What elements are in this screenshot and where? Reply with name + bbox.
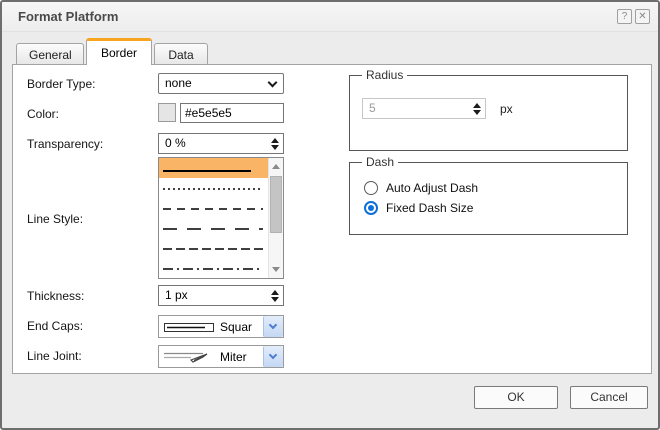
radius-value: 5 bbox=[369, 101, 376, 115]
radio-label: Auto Adjust Dash bbox=[386, 181, 479, 195]
line-style-option-dashed[interactable] bbox=[159, 198, 268, 218]
border-type-label: Border Type: bbox=[27, 77, 96, 91]
chevron-down-icon bbox=[267, 77, 278, 88]
line-style-option-solid[interactable] bbox=[159, 158, 268, 178]
spinner-arrows-icon[interactable] bbox=[472, 102, 481, 116]
border-type-select[interactable]: none bbox=[158, 73, 284, 94]
line-joint-label: Line Joint: bbox=[27, 349, 82, 363]
scrollbar-thumb[interactable] bbox=[270, 176, 282, 233]
radius-group: Radius 5 px bbox=[349, 68, 628, 151]
line-joint-value: Miter bbox=[220, 349, 247, 364]
tab-border[interactable]: Border bbox=[86, 38, 152, 65]
scrollbar[interactable] bbox=[268, 158, 283, 278]
spinner-arrows-icon[interactable] bbox=[270, 289, 279, 303]
close-icon[interactable]: ✕ bbox=[635, 9, 650, 24]
end-caps-dropdown-button[interactable] bbox=[263, 316, 283, 337]
tab-data[interactable]: Data bbox=[154, 43, 208, 64]
line-style-option-long-dash[interactable] bbox=[159, 218, 268, 238]
line-joint-dropdown[interactable]: Miter bbox=[158, 345, 284, 368]
radio-icon[interactable] bbox=[364, 181, 378, 195]
thickness-label: Thickness: bbox=[27, 289, 85, 303]
scroll-down-icon[interactable] bbox=[272, 267, 280, 272]
end-caps-dropdown[interactable]: Squar bbox=[158, 315, 284, 338]
line-style-label: Line Style: bbox=[27, 212, 84, 226]
chevron-down-icon bbox=[268, 320, 278, 330]
chevron-down-icon bbox=[268, 350, 278, 360]
end-caps-label: End Caps: bbox=[27, 319, 84, 333]
radius-unit: px bbox=[500, 102, 513, 116]
color-label: Color: bbox=[27, 107, 60, 121]
transparency-spinner[interactable]: 0 % bbox=[158, 133, 284, 154]
line-style-option-dotted[interactable] bbox=[159, 178, 268, 198]
line-style-listbox[interactable] bbox=[158, 157, 284, 279]
spinner-arrows-icon[interactable] bbox=[270, 137, 279, 151]
end-caps-value: Squar bbox=[220, 319, 253, 334]
dash-group: Dash Auto Adjust Dash Fixed Dash Size bbox=[349, 155, 628, 235]
border-tab-panel: Border Type: none Color: #e5e5e5 Transpa… bbox=[12, 64, 652, 374]
dialog-title: Format Platform bbox=[18, 9, 119, 24]
color-input[interactable]: #e5e5e5 bbox=[180, 103, 284, 123]
help-icon[interactable]: ? bbox=[617, 9, 632, 24]
thickness-value: 1 px bbox=[165, 288, 188, 302]
line-joint-dropdown-button[interactable] bbox=[263, 346, 283, 367]
dash-legend: Dash bbox=[362, 155, 399, 169]
line-style-option-dash-dot[interactable] bbox=[159, 258, 268, 278]
ok-button[interactable]: OK bbox=[474, 386, 558, 409]
radio-icon[interactable] bbox=[364, 201, 378, 215]
cancel-button[interactable]: Cancel bbox=[570, 386, 648, 409]
border-type-value: none bbox=[165, 76, 192, 90]
square-cap-icon bbox=[164, 322, 214, 332]
transparency-value: 0 % bbox=[165, 136, 186, 150]
format-platform-dialog: Format Platform ? ✕ General Border Data … bbox=[0, 0, 660, 430]
thickness-spinner[interactable]: 1 px bbox=[158, 285, 284, 306]
radio-auto-adjust-dash[interactable]: Auto Adjust Dash bbox=[364, 180, 478, 196]
transparency-label: Transparency: bbox=[27, 137, 104, 151]
miter-joint-icon bbox=[164, 352, 208, 363]
line-style-option-medium-dash[interactable] bbox=[159, 238, 268, 258]
radius-legend: Radius bbox=[362, 68, 408, 82]
radio-label: Fixed Dash Size bbox=[386, 201, 474, 215]
scroll-up-icon[interactable] bbox=[272, 164, 280, 169]
dialog-titlebar: Format Platform ? ✕ bbox=[2, 2, 658, 32]
tab-general[interactable]: General bbox=[16, 43, 84, 64]
radio-fixed-dash-size[interactable]: Fixed Dash Size bbox=[364, 200, 473, 216]
radius-spinner[interactable]: 5 bbox=[362, 98, 486, 119]
color-swatch[interactable] bbox=[158, 103, 176, 122]
